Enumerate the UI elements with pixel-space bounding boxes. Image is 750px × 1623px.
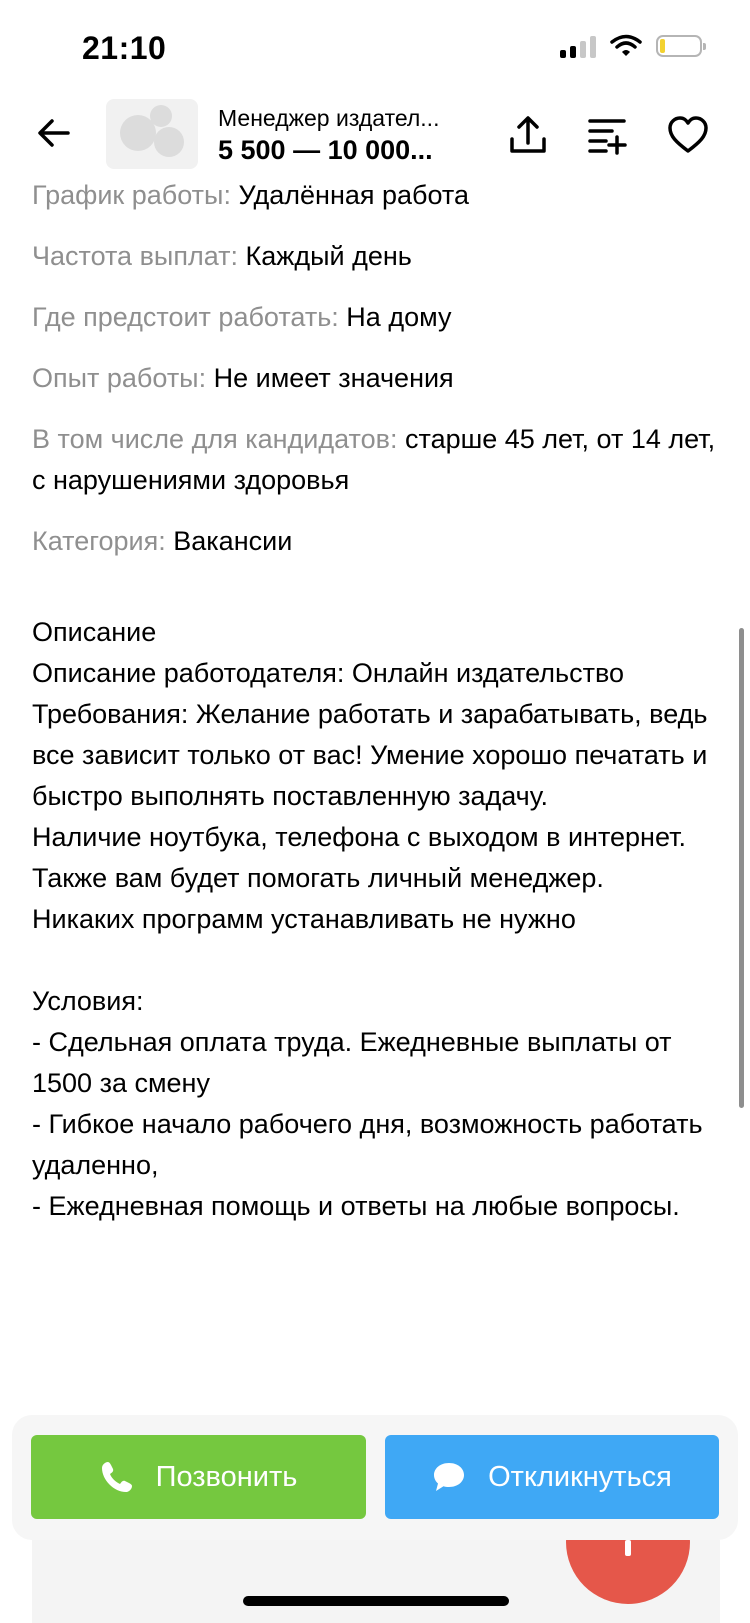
- param-row: Опыт работы: Не имеет значения: [32, 358, 722, 399]
- param-row: Категория: Вакансии: [32, 521, 722, 562]
- description-line: - Гибкое начало рабочего дня, возможност…: [32, 1109, 703, 1180]
- cellular-signal-icon: [560, 34, 596, 58]
- list-add-icon[interactable]: [586, 113, 630, 157]
- param-value: Каждый день: [245, 241, 412, 271]
- param-row: Частота выплат: Каждый день: [32, 236, 722, 277]
- nav-bar: Менеджер издател... 5 500 — 10 000...: [0, 95, 750, 175]
- description-line: Наличие ноутбука, телефона с выходом в и…: [32, 822, 686, 852]
- share-icon[interactable]: [506, 113, 550, 157]
- param-value: Удалённая работа: [238, 180, 470, 210]
- param-key: Где предстоит работать:: [32, 302, 339, 332]
- description-block: Описание Описание работодателя: Онлайн из…: [32, 612, 722, 1227]
- description-line: Также вам будет помогать личный менеджер…: [32, 863, 604, 893]
- heart-icon[interactable]: [666, 113, 710, 157]
- listing-price: 5 500 — 10 000...: [218, 135, 433, 165]
- chat-bubble-icon: [434, 1463, 465, 1491]
- param-value: Не имеет значения: [213, 363, 454, 393]
- param-key: Частота выплат:: [32, 241, 238, 271]
- back-arrow-icon[interactable]: [34, 113, 74, 153]
- param-key: Категория:: [32, 526, 166, 556]
- description-line: - Ежедневная помощь и ответы на любые во…: [32, 1191, 680, 1221]
- param-row: Где предстоит работать: На дому: [32, 297, 722, 338]
- param-key: График работы:: [32, 180, 231, 210]
- phone-icon: [101, 1462, 132, 1492]
- params-list: График работы: Удалённая работа Частота в…: [32, 175, 722, 562]
- scroll-indicator[interactable]: [739, 628, 744, 1108]
- call-button[interactable]: Позвонить: [31, 1435, 366, 1519]
- description-line: Никаких программ устанавливать не нужно: [32, 904, 576, 934]
- call-button-label: Позвонить: [155, 1460, 298, 1493]
- description-line: [32, 940, 722, 981]
- param-key: В том числе для кандидатов:: [32, 424, 398, 454]
- status-icons: [560, 34, 706, 58]
- home-indicator: [243, 1596, 509, 1606]
- description-line: - Сдельная оплата труда. Ежедневные выпл…: [32, 1027, 672, 1098]
- param-row: В том числе для кандидатов: старше 45 ле…: [32, 419, 722, 501]
- reply-button[interactable]: Откликнуться: [385, 1435, 719, 1519]
- listing-thumbnail[interactable]: [106, 99, 198, 169]
- param-row: График работы: Удалённая работа: [32, 175, 722, 216]
- description-heading: Описание: [32, 617, 157, 647]
- param-key: Опыт работы:: [32, 363, 207, 393]
- status-time: 21:10: [82, 30, 167, 66]
- battery-icon: [656, 35, 706, 57]
- description-line: Требования: Желание работать и зарабатыв…: [32, 699, 708, 811]
- wifi-icon: [610, 34, 642, 56]
- description-line: Условия:: [32, 986, 144, 1016]
- reply-button-label: Откликнуться: [488, 1460, 672, 1493]
- param-value: На дому: [346, 302, 452, 332]
- action-panel: Позвонить Откликнуться: [12, 1415, 738, 1540]
- listing-title: Менеджер издател...: [218, 105, 440, 131]
- listing-details: График работы: Удалённая работа Частота в…: [32, 175, 722, 1227]
- status-bar: 21:10: [0, 0, 750, 100]
- description-line: Описание работодателя: Онлайн издательст…: [32, 658, 625, 688]
- param-value[interactable]: Вакансии: [173, 526, 292, 556]
